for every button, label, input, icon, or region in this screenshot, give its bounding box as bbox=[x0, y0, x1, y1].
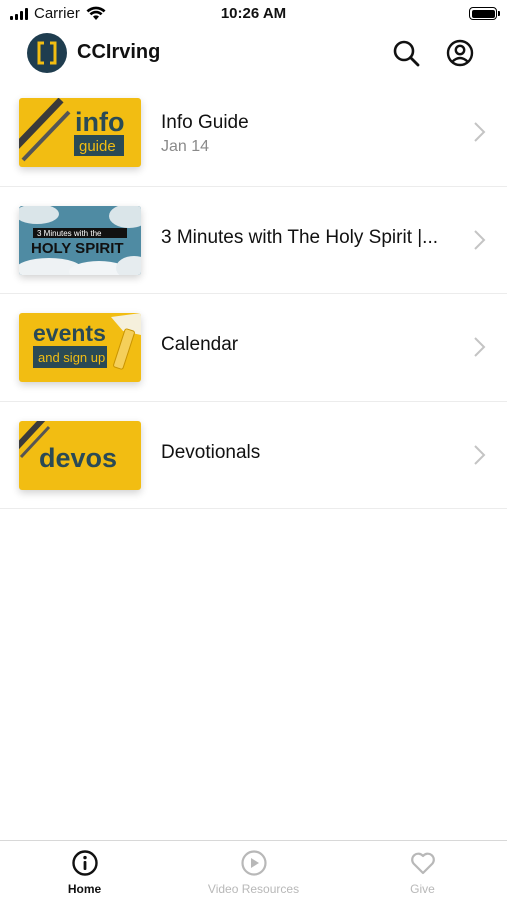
play-circle-icon bbox=[240, 850, 267, 876]
tab-label: Video Resources bbox=[207, 882, 300, 896]
item-title: Devotionals bbox=[161, 441, 261, 463]
tab-home[interactable]: Home bbox=[0, 841, 169, 900]
list-item-info-guide[interactable]: info guide Info Guide Jan 14 bbox=[0, 79, 507, 187]
battery-icon bbox=[469, 7, 500, 20]
thumb-text-devos: devos bbox=[39, 443, 117, 473]
thumb-text-info: info bbox=[75, 107, 124, 137]
thumb-text-holy-spirit: HOLY SPIRIT bbox=[31, 240, 124, 257]
chevron-right-icon bbox=[474, 337, 486, 357]
item-title: Calendar bbox=[161, 334, 239, 355]
info-circle-icon bbox=[71, 850, 98, 876]
tab-video-resources[interactable]: Video Resources bbox=[169, 841, 338, 900]
bracket-logo-icon bbox=[27, 33, 67, 73]
app-title: CCIrving bbox=[77, 41, 161, 63]
search-icon[interactable] bbox=[391, 38, 421, 68]
list-item-calendar[interactable]: events and sign up Calendar bbox=[0, 294, 507, 402]
thumb-text-events: events bbox=[33, 320, 106, 346]
info-guide-thumbnail: info guide bbox=[19, 98, 141, 167]
chevron-right-icon bbox=[474, 444, 486, 465]
account-icon[interactable] bbox=[445, 38, 475, 68]
tab-label: Give bbox=[410, 882, 435, 896]
item-title: Info Guide bbox=[161, 112, 249, 133]
list-item-devotionals[interactable]: devos Devotionals bbox=[0, 402, 507, 509]
list-item-holy-spirit[interactable]: 3 Minutes with the HOLY SPIRIT 3 Minutes… bbox=[0, 187, 507, 294]
content-list: info guide Info Guide Jan 14 3 Minutes w… bbox=[0, 79, 507, 509]
thumb-text-3-minutes: 3 Minutes with the bbox=[37, 229, 102, 238]
heart-icon bbox=[410, 852, 435, 875]
status-bar: Carrier 10:26 AM bbox=[0, 0, 507, 28]
chevron-right-icon bbox=[474, 122, 486, 142]
devotionals-thumbnail: devos bbox=[19, 420, 141, 490]
tab-give[interactable]: Give bbox=[338, 841, 507, 900]
tab-bar: Home Video Resources Give bbox=[0, 840, 507, 900]
thumb-text-guide: guide bbox=[79, 138, 116, 155]
tab-label: Home bbox=[67, 882, 102, 896]
calendar-thumbnail: events and sign up bbox=[19, 313, 141, 382]
item-title: 3 Minutes with The Holy Spirit |... bbox=[161, 226, 439, 248]
status-time: 10:26 AM bbox=[220, 5, 287, 22]
thumb-text-sign-up: and sign up bbox=[38, 350, 105, 365]
chevron-right-icon bbox=[474, 229, 486, 250]
holy-spirit-thumbnail: 3 Minutes with the HOLY SPIRIT bbox=[19, 205, 141, 275]
app-header: CCIrving bbox=[0, 30, 507, 76]
item-date: Jan 14 bbox=[161, 138, 210, 155]
